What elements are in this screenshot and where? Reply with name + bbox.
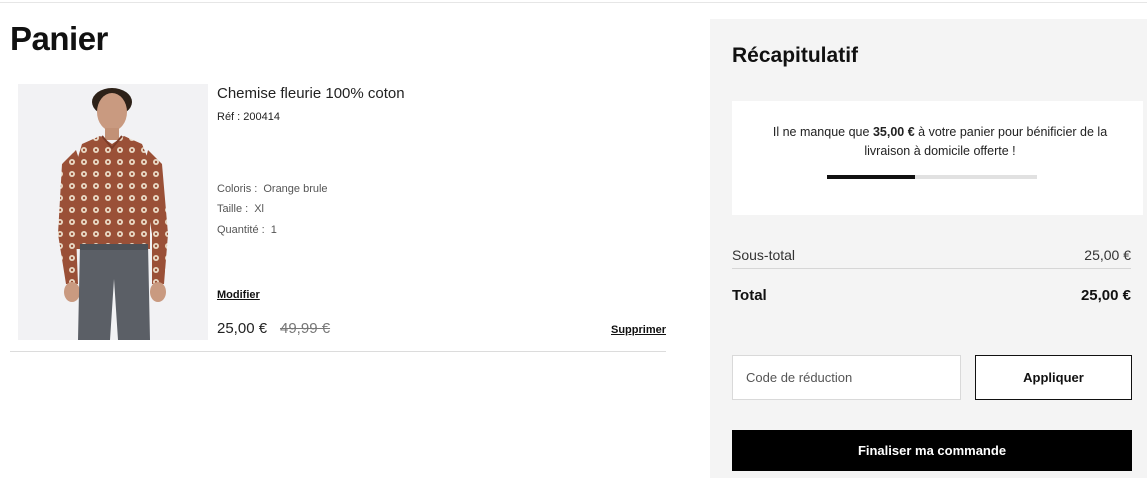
color-label: Coloris : <box>217 183 258 195</box>
free-shipping-message: Il ne manque que 35,00 € à votre panier … <box>750 123 1130 161</box>
size-label: Taille : <box>217 203 249 215</box>
quantity-value: 1 <box>270 224 277 236</box>
shipping-remaining-amount: 35,00 € <box>872 125 915 139</box>
progress-fill <box>827 175 916 179</box>
shipping-message-start: Il ne manque que <box>772 125 870 139</box>
free-shipping-progress-bar <box>827 175 1037 179</box>
product-size: Taille : Xl <box>217 203 264 215</box>
promo-code-input[interactable] <box>732 355 961 400</box>
product-quantity: Quantité : 1 <box>217 224 277 236</box>
product-name[interactable]: Chemise fleurie 100% coton <box>217 85 405 102</box>
product-image[interactable] <box>18 84 208 340</box>
color-value: Orange brule <box>263 183 328 195</box>
order-summary-panel: Récapitulatif Il ne manque que 35,00 € à… <box>710 19 1147 478</box>
modify-link[interactable]: Modifier <box>217 289 260 301</box>
total-value: 25,00 € <box>1080 287 1131 304</box>
free-shipping-box: Il ne manque que 35,00 € à votre panier … <box>732 101 1143 215</box>
summary-title: Récapitulatif <box>732 44 859 67</box>
checkout-button[interactable]: Finaliser ma commande <box>732 430 1132 471</box>
delete-link[interactable]: Supprimer <box>611 324 666 336</box>
subtotal-label: Sous-total <box>732 247 796 263</box>
current-price: 25,00 € <box>217 320 268 337</box>
product-reference: Réf : 200414 <box>217 111 280 123</box>
product-photo-illustration <box>58 88 168 340</box>
subtotal-value: 25,00 € <box>1084 247 1131 263</box>
original-price: 49,99 € <box>280 320 331 337</box>
total-label: Total <box>732 287 767 304</box>
product-color: Coloris : Orange brule <box>217 183 328 195</box>
total-divider <box>732 268 1131 269</box>
page-title: Panier <box>10 20 108 57</box>
apply-promo-button[interactable]: Appliquer <box>975 355 1132 400</box>
size-value: Xl <box>254 203 264 215</box>
top-divider <box>0 2 1147 3</box>
cart-row-divider <box>10 351 666 352</box>
quantity-label: Quantité : <box>217 224 265 236</box>
